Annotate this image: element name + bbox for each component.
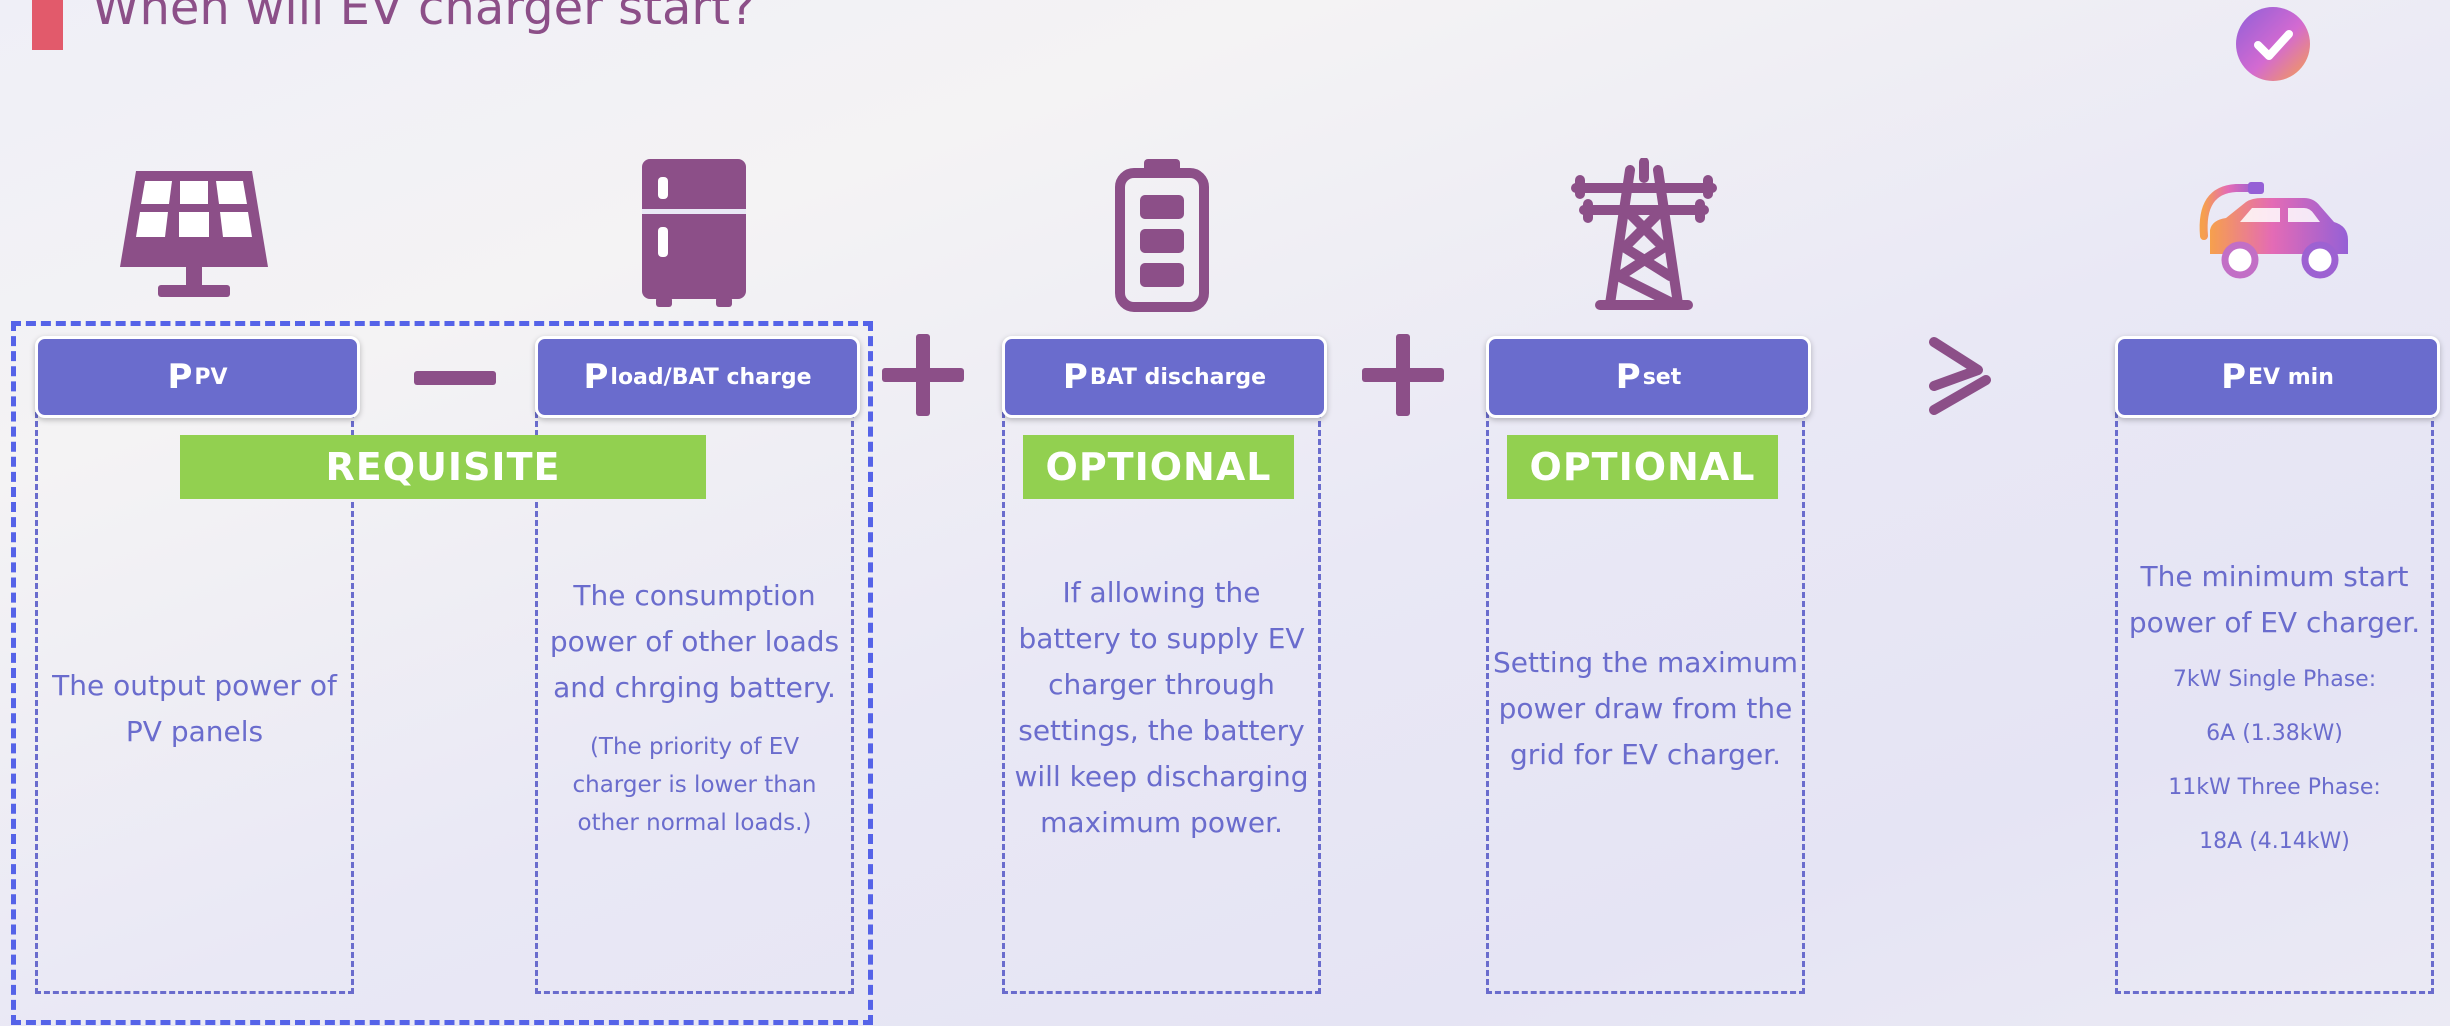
desc-line: The minimum start bbox=[2140, 560, 2409, 593]
header-p-ev: P EV min bbox=[2115, 336, 2440, 418]
desc-line: power of other loads bbox=[549, 625, 840, 658]
optional-badge-set: OPTIONAL bbox=[1507, 435, 1778, 499]
page-title: When will EV charger start? bbox=[92, 0, 756, 36]
desc-line: The consumption bbox=[573, 579, 816, 612]
header-p-load: Pload/BAT charge bbox=[535, 336, 860, 418]
desc-line: and chrging battery. bbox=[553, 671, 836, 704]
desc-line: will keep discharging bbox=[1014, 760, 1309, 793]
spec-line: 18A (4.14kW) bbox=[2199, 829, 2350, 854]
desc-line: power of EV charger. bbox=[2128, 606, 2421, 639]
header-main: P bbox=[1615, 357, 1641, 397]
pv-description: The output power of PV panels bbox=[35, 663, 354, 755]
header-sub: BAT discharge bbox=[1089, 364, 1267, 390]
load-note: (The priority of EV charger is lower tha… bbox=[535, 728, 854, 842]
title-marker bbox=[32, 0, 63, 50]
desc-line: charger through bbox=[1048, 668, 1275, 701]
header-sub: set bbox=[1642, 364, 1682, 390]
desc-line: grid for EV charger. bbox=[1509, 738, 1782, 771]
spec-line: 6A (1.38kW) bbox=[2206, 721, 2343, 746]
desc-line: battery to supply EV bbox=[1018, 622, 1305, 655]
desc-line: maximum power. bbox=[1040, 806, 1283, 839]
note-line: other normal loads.) bbox=[577, 810, 812, 836]
header-main: P bbox=[2221, 357, 2247, 397]
header-sub: PV bbox=[194, 364, 228, 390]
desc-line: settings, the battery bbox=[1018, 714, 1305, 747]
load-description: The consumption power of other loads and… bbox=[535, 573, 854, 711]
header-sub: load/BAT charge bbox=[610, 364, 812, 390]
note-line: charger is lower than bbox=[572, 772, 817, 798]
set-description: Setting the maximum power draw from the … bbox=[1486, 640, 1805, 778]
greater-or-equal-icon bbox=[1926, 336, 1992, 420]
header-main: P bbox=[167, 357, 193, 397]
ev-car-icon bbox=[2196, 180, 2352, 290]
solar-panel-icon bbox=[116, 167, 272, 305]
spec-line: 11kW Three Phase: bbox=[2168, 775, 2381, 800]
plus-icon bbox=[882, 334, 964, 420]
note-line: (The priority of EV bbox=[589, 734, 800, 760]
desc-line: If allowing the bbox=[1062, 576, 1261, 609]
optional-badge-bat: OPTIONAL bbox=[1023, 435, 1294, 499]
plus-icon bbox=[1362, 334, 1444, 420]
header-p-set: Pset bbox=[1486, 336, 1811, 418]
requisite-badge: REQUISITE bbox=[180, 435, 706, 499]
check-icon bbox=[2236, 7, 2310, 81]
bat-description: If allowing the battery to supply EV cha… bbox=[1002, 570, 1321, 846]
desc-line: Setting the maximum bbox=[1492, 646, 1799, 679]
battery-icon bbox=[1114, 157, 1210, 317]
header-p-pv: P PV bbox=[35, 336, 360, 418]
power-tower-icon bbox=[1570, 157, 1718, 316]
header-main: P bbox=[583, 357, 609, 397]
desc-line: PV panels bbox=[125, 715, 264, 748]
ev-specs: 7kW Single Phase: 6A (1.38kW) 11kW Three… bbox=[2115, 653, 2434, 869]
ev-description: The minimum start power of EV charger. bbox=[2115, 554, 2434, 646]
minus-icon bbox=[414, 370, 496, 389]
desc-line: The output power of bbox=[52, 669, 337, 702]
header-main: P bbox=[1062, 357, 1088, 397]
refrigerator-icon bbox=[640, 157, 748, 313]
spec-line: 7kW Single Phase: bbox=[2172, 667, 2377, 692]
header-sub: EV min bbox=[2248, 364, 2334, 390]
desc-line: power draw from the bbox=[1498, 692, 1793, 725]
header-p-bat: P BAT discharge bbox=[1002, 336, 1327, 418]
